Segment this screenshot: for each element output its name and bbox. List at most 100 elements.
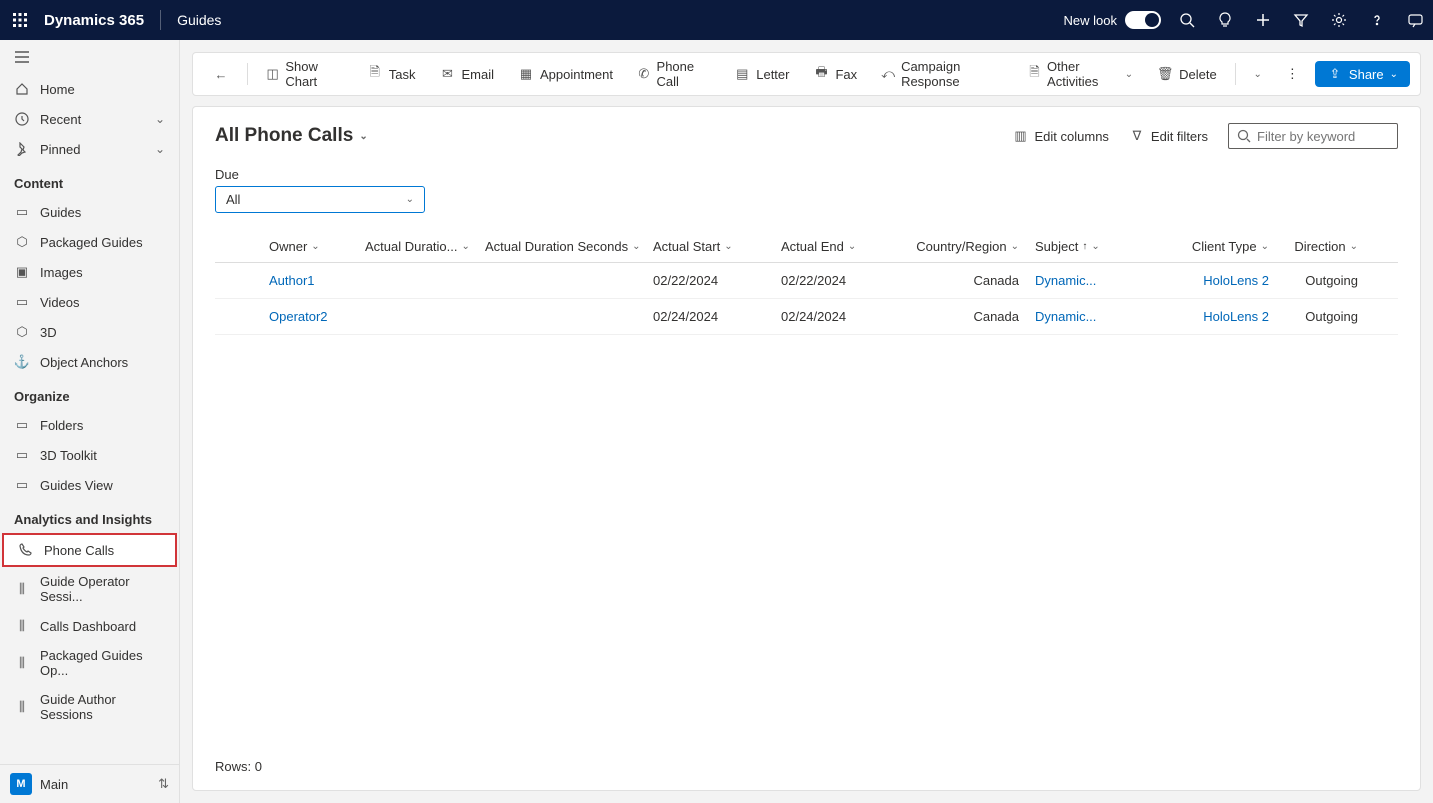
other-activities-button[interactable]: 🗎Other Activities ⌄ bbox=[1018, 53, 1143, 95]
sidebar-item-label: 3D Toolkit bbox=[40, 448, 97, 463]
app-launcher-icon[interactable] bbox=[8, 8, 32, 32]
th-start[interactable]: Actual Start ⌄ bbox=[645, 239, 773, 254]
sidebar-item-home[interactable]: Home bbox=[0, 74, 179, 104]
view-selector[interactable]: All Phone Calls ⌄ bbox=[215, 125, 368, 147]
campaign-button[interactable]: ⤺Campaign Response bbox=[871, 53, 1014, 95]
phone-call-button[interactable]: ✆Phone Call bbox=[627, 53, 720, 95]
search-icon[interactable] bbox=[1177, 10, 1197, 30]
th-client-type[interactable]: Client Type⌄ bbox=[1137, 239, 1277, 254]
sidebar-item-recent[interactable]: Recent ⌄ bbox=[0, 104, 179, 134]
th-subject[interactable]: Subject↑⌄ bbox=[1027, 239, 1137, 254]
area-switcher[interactable]: M Main ⇅ bbox=[0, 764, 179, 803]
edit-filters-button[interactable]: ∇Edit filters bbox=[1129, 128, 1208, 144]
th-duration[interactable]: Actual Duratio...⌄ bbox=[357, 239, 477, 254]
hamburger-icon[interactable] bbox=[0, 40, 179, 74]
th-duration-seconds[interactable]: Actual Duration Seconds⌄ bbox=[477, 239, 645, 254]
button-label: Campaign Response bbox=[901, 59, 1004, 89]
sidebar-item-author-sessions[interactable]: ⫼Guide Author Sessions bbox=[0, 685, 179, 729]
cell-end: 02/22/2024 bbox=[773, 273, 901, 288]
th-label: Owner bbox=[269, 239, 307, 254]
back-icon: ← bbox=[213, 66, 229, 82]
sidebar-item-object-anchors[interactable]: ⚓ Object Anchors bbox=[0, 347, 179, 377]
phone-icon: ✆ bbox=[637, 66, 651, 82]
sidebar-item-label: Guides View bbox=[40, 478, 113, 493]
cell-owner[interactable]: Author1 bbox=[269, 273, 315, 288]
edit-columns-button[interactable]: ▥Edit columns bbox=[1013, 128, 1109, 144]
appointment-button[interactable]: ▦Appointment bbox=[508, 60, 623, 88]
new-look-toggle[interactable]: New look bbox=[1064, 11, 1161, 29]
help-icon[interactable] bbox=[1367, 10, 1387, 30]
filter-input-wrap[interactable] bbox=[1228, 123, 1398, 149]
more-dropdown[interactable]: ⌄ bbox=[1244, 63, 1272, 86]
sidebar-item-videos[interactable]: ▭Videos bbox=[0, 287, 179, 317]
video-icon: ▭ bbox=[14, 294, 30, 310]
folder-icon: ▭ bbox=[14, 417, 30, 433]
overflow-button[interactable]: ⋮ bbox=[1276, 60, 1309, 88]
th-label: Client Type bbox=[1192, 239, 1257, 254]
gear-icon[interactable] bbox=[1329, 10, 1349, 30]
cell-client[interactable]: HoloLens 2 bbox=[1203, 273, 1269, 288]
th-label: Actual Start bbox=[653, 239, 720, 254]
filter-icon[interactable] bbox=[1291, 10, 1311, 30]
chevron-down-icon: ⌄ bbox=[311, 241, 319, 252]
table-row[interactable]: Operator2 02/24/2024 02/24/2024 Canada D… bbox=[215, 299, 1398, 335]
separator bbox=[1235, 63, 1236, 85]
cell-client[interactable]: HoloLens 2 bbox=[1203, 309, 1269, 324]
sidebar-item-packaged-guides[interactable]: ⬡Packaged Guides bbox=[0, 227, 179, 257]
sidebar-item-guides[interactable]: ▭Guides bbox=[0, 197, 179, 227]
rows-count: Rows: 0 bbox=[215, 749, 1398, 774]
phone-icon bbox=[18, 542, 34, 558]
sidebar-item-3d[interactable]: ⬡3D bbox=[0, 317, 179, 347]
cell-owner[interactable]: Operator2 bbox=[269, 309, 328, 324]
task-button[interactable]: 🗎Task bbox=[357, 60, 426, 88]
fax-icon: 🖶 bbox=[813, 66, 829, 82]
lightbulb-icon[interactable] bbox=[1215, 10, 1235, 30]
clock-icon bbox=[14, 111, 30, 127]
anchor-icon: ⚓ bbox=[14, 354, 30, 370]
filter-input[interactable] bbox=[1257, 129, 1389, 144]
sidebar-item-label: Calls Dashboard bbox=[40, 619, 136, 634]
letter-button[interactable]: ▤Letter bbox=[724, 60, 799, 88]
topbar-left: Dynamics 365 Guides bbox=[8, 8, 221, 32]
email-button[interactable]: ✉Email bbox=[430, 60, 505, 88]
assistant-icon[interactable] bbox=[1405, 10, 1425, 30]
table-row[interactable]: Author1 02/22/2024 02/22/2024 Canada Dyn… bbox=[215, 263, 1398, 299]
fax-button[interactable]: 🖶Fax bbox=[803, 60, 867, 88]
sidebar-item-phone-calls[interactable]: Phone Calls bbox=[4, 535, 175, 565]
share-icon: ⇪ bbox=[1327, 66, 1343, 82]
sidebar-item-pinned[interactable]: Pinned ⌄ bbox=[0, 134, 179, 164]
view-actions: ▥Edit columns ∇Edit filters bbox=[1013, 123, 1399, 149]
highlight-box: Phone Calls bbox=[2, 533, 177, 567]
th-country[interactable]: Country/Region⌄ bbox=[901, 239, 1027, 254]
view-icon: ▭ bbox=[14, 477, 30, 493]
th-end[interactable]: Actual End⌄ bbox=[773, 239, 901, 254]
th-label: Direction bbox=[1294, 239, 1345, 254]
toggle-switch[interactable] bbox=[1125, 11, 1161, 29]
th-owner[interactable]: Owner ⌄ bbox=[261, 239, 357, 254]
sidebar-item-label: Images bbox=[40, 265, 83, 280]
sidebar-item-label: Folders bbox=[40, 418, 83, 433]
chevron-down-icon: ⌄ bbox=[724, 241, 732, 252]
divider bbox=[160, 10, 161, 30]
more-icon: ⋮ bbox=[1286, 66, 1299, 82]
due-select[interactable]: All ⌄ bbox=[215, 186, 425, 213]
sidebar-item-folders[interactable]: ▭ Folders bbox=[0, 410, 179, 440]
sidebar-item-label: Guide Operator Sessi... bbox=[40, 574, 165, 604]
cell-subject[interactable]: Dynamic... bbox=[1035, 273, 1096, 288]
sidebar-item-label: Object Anchors bbox=[40, 355, 128, 370]
back-button[interactable]: ← bbox=[203, 60, 239, 88]
show-chart-button[interactable]: ◫Show Chart bbox=[256, 53, 353, 95]
sidebar-item-packaged-guides-op[interactable]: ⫼Packaged Guides Op... bbox=[0, 641, 179, 685]
home-icon bbox=[14, 81, 30, 97]
share-button[interactable]: ⇪Share ⌄ bbox=[1315, 61, 1410, 87]
sidebar-item-calls-dashboard[interactable]: ⫼Calls Dashboard bbox=[0, 611, 179, 641]
add-icon[interactable] bbox=[1253, 10, 1273, 30]
sidebar-item-images[interactable]: ▣Images bbox=[0, 257, 179, 287]
sidebar-item-guides-view[interactable]: ▭ Guides View bbox=[0, 470, 179, 500]
cell-end: 02/24/2024 bbox=[773, 309, 901, 324]
sidebar-item-operator-sessions[interactable]: ⫼Guide Operator Sessi... bbox=[0, 567, 179, 611]
delete-button[interactable]: 🗑Delete bbox=[1147, 60, 1227, 88]
sidebar-item-3d-toolkit[interactable]: ▭3D Toolkit bbox=[0, 440, 179, 470]
th-direction[interactable]: Direction⌄ bbox=[1277, 239, 1398, 254]
cell-subject[interactable]: Dynamic... bbox=[1035, 309, 1096, 324]
